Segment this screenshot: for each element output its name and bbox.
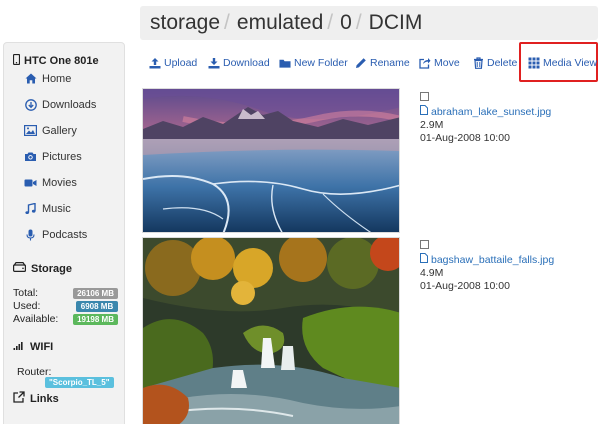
storage-total-label: Total: [13,287,39,299]
download-button[interactable]: Download [208,55,270,71]
external-link-icon [13,391,25,406]
file-name: abraham_lake_sunset.jpg [431,105,552,118]
breadcrumb-storage[interactable]: storage [150,11,220,35]
video-camera-icon [24,176,37,189]
storage-section-title: Storage [13,262,72,275]
photo-thumbnail[interactable] [142,237,400,424]
download-circle-icon [24,98,37,111]
folder-icon [279,57,291,69]
rename-button[interactable]: Rename [355,55,410,71]
file-size: 2.9M [420,119,444,131]
storage-available-row: Available: 19198 MB [13,313,118,325]
breadcrumb-0[interactable]: 0 [340,11,352,35]
move-icon [419,57,431,69]
waterfall-image [143,238,399,424]
lake-sunset-image [143,89,399,232]
sidebar-item-movies[interactable]: Movies [24,176,77,189]
breadcrumb-separator: / [355,11,362,34]
sidebar-item-label: Music [42,202,71,215]
storage-used-label: Used: [13,300,41,312]
photo-thumbnail[interactable] [142,88,400,233]
sidebar-item-label: Pictures [42,150,82,163]
sidebar-item-label: Downloads [42,98,97,111]
media-view-label: Media View [543,57,598,69]
file-name-link[interactable]: bagshaw_battaile_falls.jpg [420,253,554,267]
sidebar-item-gallery[interactable]: Gallery [24,124,77,137]
file-info-1: abraham_lake_sunset.jpg 2.9M 01-Aug-2008… [420,92,551,145]
sidebar-item-label: Movies [42,176,77,189]
links-title: Links [30,392,59,405]
sidebar-item-podcasts[interactable]: Podcasts [24,228,87,241]
move-button[interactable]: Move [419,55,460,71]
file-select-checkbox[interactable] [420,92,429,101]
music-icon [24,202,37,215]
sidebar: HTC One 801e Home Downloads Gallery Pict… [3,42,125,424]
storage-used-row: Used: 6908 MB [13,300,118,312]
phone-icon [12,53,21,68]
file-name: bagshaw_battaile_falls.jpg [431,253,555,266]
storage-total-badge: 26106 MB [73,287,118,299]
links-section-title[interactable]: Links [13,391,59,406]
home-icon [24,72,37,85]
file-size: 4.9M [420,267,444,279]
storage-available-badge: 19198 MB [73,313,118,325]
storage-used-badge: 6908 MB [76,300,118,312]
delete-label: Delete [487,57,518,69]
media-view-button[interactable]: Media View [528,55,597,71]
breadcrumb-emulated[interactable]: emulated [237,11,323,35]
download-label: Download [223,57,270,69]
storage-available-label: Available: [13,313,59,325]
delete-button[interactable]: Delete [472,55,517,71]
router-name-badge: "Scorpio_TL_5" [45,377,114,388]
device-name: HTC One 801e [24,55,99,67]
sidebar-item-home[interactable]: Home [24,72,71,85]
file-date: 01-Aug-2008 10:00 [420,132,510,144]
upload-label: Upload [164,57,198,69]
file-icon [420,105,428,119]
grid-icon [528,57,540,69]
sidebar-item-pictures[interactable]: Pictures [24,150,82,163]
image-icon [24,124,37,137]
file-name-link[interactable]: abraham_lake_sunset.jpg [420,105,551,119]
pencil-icon [355,57,367,69]
camera-icon [24,150,37,163]
download-icon [208,57,220,69]
file-select-checkbox[interactable] [420,240,429,249]
file-icon [420,253,428,267]
hard-drive-icon [13,262,27,275]
upload-button[interactable]: Upload [149,55,197,71]
new-folder-label: New Folder [294,57,348,69]
sidebar-item-label: Home [42,72,72,85]
storage-title: Storage [31,262,72,275]
file-info-2: bagshaw_battaile_falls.jpg 4.9M 01-Aug-2… [420,240,554,293]
sidebar-item-downloads[interactable]: Downloads [24,98,96,111]
device-title: HTC One 801e [12,53,99,68]
file-date: 01-Aug-2008 10:00 [420,280,510,292]
wifi-title: WIFI [30,340,54,353]
breadcrumb-separator: / [224,11,230,34]
breadcrumb: storage / emulated / 0 / DCIM [140,6,598,40]
new-folder-button[interactable]: New Folder [279,55,348,71]
upload-icon [149,57,161,69]
trash-icon [472,57,484,69]
rename-label: Rename [370,57,410,69]
sidebar-item-label: Gallery [42,124,77,137]
signal-bars-icon [13,340,25,353]
breadcrumb-dcim: DCIM [368,11,423,34]
sidebar-item-label: Podcasts [42,228,88,241]
wifi-section-title: WIFI [13,340,53,353]
storage-total-row: Total: 26106 MB [13,287,118,299]
microphone-icon [24,228,37,241]
move-label: Move [434,57,460,69]
sidebar-item-music[interactable]: Music [24,202,71,215]
breadcrumb-separator: / [327,11,334,34]
